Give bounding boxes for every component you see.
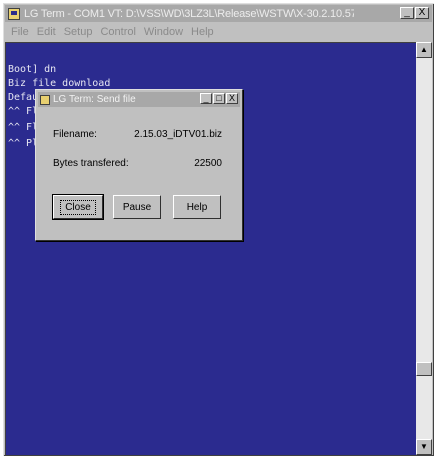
send-file-dialog: LG Term: Send file _ □ X Filename: 2.15.… xyxy=(35,89,243,241)
filename-label: Filename: xyxy=(53,129,97,140)
menu-bar: File Edit Setup Control Window Help xyxy=(5,23,432,40)
bytes-transfered-value: 22500 xyxy=(194,158,222,169)
terminal-line: Biz file download xyxy=(8,78,111,89)
lg-term-window: LG Term - COM1 VT: D:\VSS\WD\3LZ3L\Relea… xyxy=(3,3,434,456)
menu-file[interactable]: File xyxy=(11,26,29,38)
bytes-transfered-label: Bytes transfered: xyxy=(53,158,129,169)
vertical-scrollbar[interactable]: ▲ ▼ xyxy=(416,42,432,455)
filename-value: 2.15.03_iDTV01.biz xyxy=(134,129,222,140)
close-button-label: Close xyxy=(60,199,96,215)
menu-edit[interactable]: Edit xyxy=(37,26,56,38)
close-button[interactable]: X xyxy=(415,7,429,19)
menu-help[interactable]: Help xyxy=(191,26,214,38)
close-dialog-button[interactable]: Close xyxy=(52,194,104,220)
dialog-minimize-button[interactable]: _ xyxy=(200,93,212,104)
window-controls: _ X xyxy=(400,7,429,19)
terminal-line: ^^ Fl xyxy=(8,106,39,117)
terminal-line: Defau xyxy=(8,92,39,103)
terminal-line: Boot] dn xyxy=(8,64,57,75)
pause-button[interactable]: Pause xyxy=(113,195,161,219)
dialog-title: LG Term: Send file xyxy=(53,94,136,105)
scroll-up-button[interactable]: ▲ xyxy=(416,42,432,58)
minimize-button[interactable]: _ xyxy=(400,7,414,19)
menu-setup[interactable]: Setup xyxy=(64,26,93,38)
terminal-line: ^^ Fl xyxy=(8,122,39,133)
help-button[interactable]: Help xyxy=(173,195,221,219)
dialog-window-controls: _ □ X xyxy=(200,93,238,104)
app-icon[interactable] xyxy=(8,7,20,20)
menu-control[interactable]: Control xyxy=(100,26,135,38)
scroll-thumb[interactable] xyxy=(416,362,432,376)
scroll-down-button[interactable]: ▼ xyxy=(416,439,432,455)
terminal-line: ^^ Pl xyxy=(8,138,39,149)
menu-window[interactable]: Window xyxy=(144,26,183,38)
window-title: LG Term - COM1 VT: D:\VSS\WD\3LZ3L\Relea… xyxy=(24,7,354,20)
title-bar[interactable]: LG Term - COM1 VT: D:\VSS\WD\3LZ3L\Relea… xyxy=(5,5,432,22)
dialog-maximize-button[interactable]: □ xyxy=(213,93,225,104)
dialog-title-bar[interactable]: LG Term: Send file _ □ X xyxy=(38,92,240,107)
dialog-app-icon[interactable] xyxy=(40,94,50,105)
dialog-close-button[interactable]: X xyxy=(226,93,238,104)
